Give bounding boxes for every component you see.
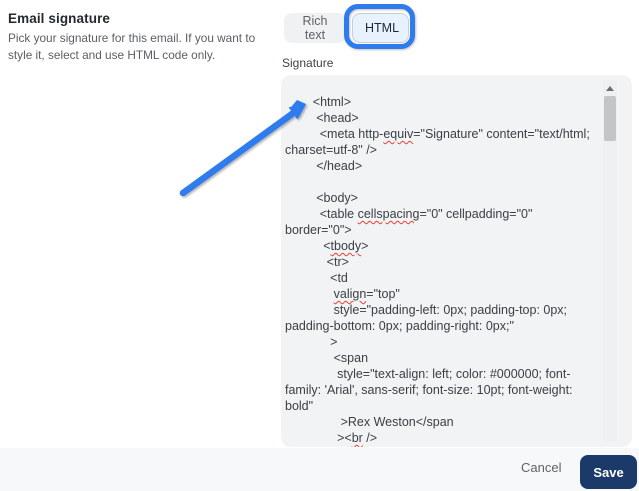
page-description: Pick your signature for this email. If y… [8, 30, 266, 63]
signature-code: <html> <head> <meta http-equiv="Signatur… [285, 94, 615, 446]
email-signature-panel: Email signature Pick your signature for … [0, 0, 639, 491]
scrollbar-track[interactable] [603, 80, 617, 442]
cancel-button[interactable]: Cancel [521, 460, 561, 475]
scroll-up-arrow-icon[interactable] [606, 86, 614, 91]
signature-code-editor[interactable]: <html> <head> <meta http-equiv="Signatur… [281, 75, 632, 447]
page-title: Email signature [8, 11, 270, 26]
footer-bar: Cancel Save [0, 448, 639, 491]
scrollbar-thumb[interactable] [604, 96, 616, 141]
signature-label: Signature [282, 56, 333, 70]
html-tab[interactable]: HTML [352, 13, 409, 43]
rich-text-tab[interactable]: Rich text [284, 13, 346, 43]
left-panel: Email signature Pick your signature for … [8, 11, 270, 63]
save-button[interactable]: Save [580, 455, 637, 489]
